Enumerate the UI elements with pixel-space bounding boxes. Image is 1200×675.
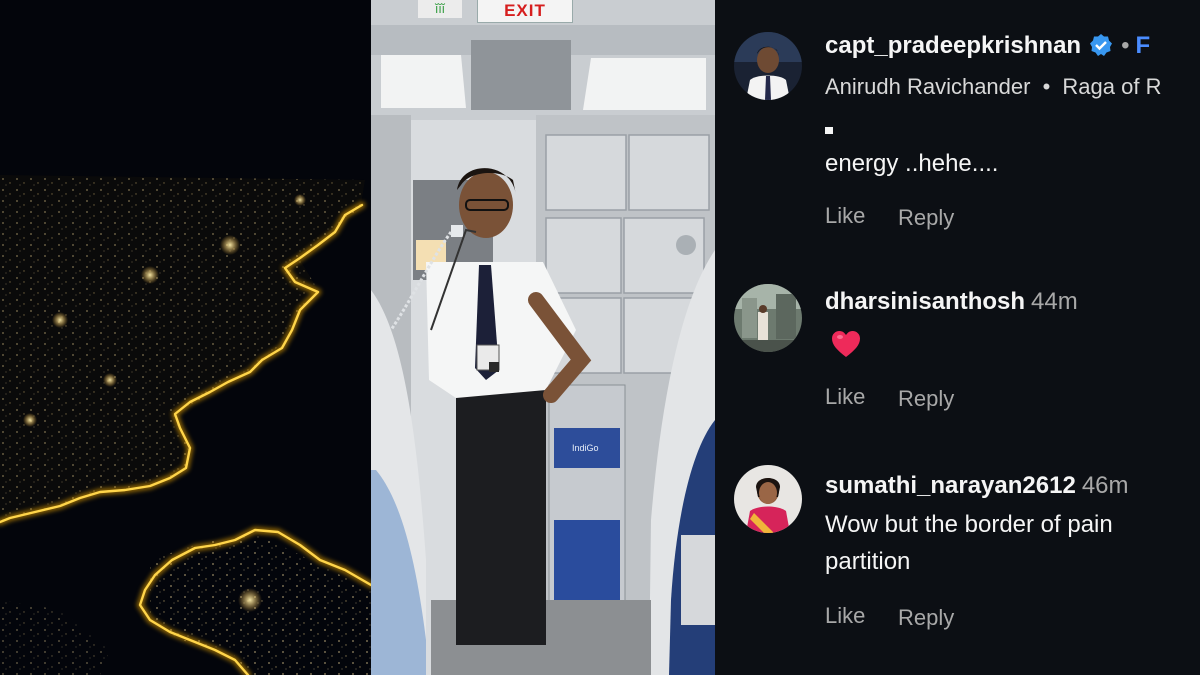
author-username[interactable]: capt_pradeepkrishnan [825,32,1081,59]
cart-brand-label: IndiGo [572,443,599,453]
commenter-username[interactable]: dharsinisanthosh [825,288,1025,315]
comment-text-line-2: partition [825,548,911,575]
commenter-username-row: dharsinisanthosh 44m [825,288,1078,316]
commenter-username-row: sumathi_narayan2612 46m [825,472,1129,500]
commenter-avatar-image [734,465,802,533]
cabin-scene-graphic [371,0,715,675]
heart-emoji-icon [832,331,860,357]
comment-text-line-1: Wow but the border of pain [825,511,1113,538]
reply-button[interactable]: Reply [898,386,954,412]
comment-text: energy ..hehe.... [825,150,999,177]
emergency-light-sign: ĭĭĭ [418,0,462,18]
cabin-announcement-photo: ĭĭĭ EXIT IndiGo [371,0,715,675]
music-attribution[interactable]: Anirudh Ravichander • Raga of R [825,74,1161,100]
music-title: Raga of R [1062,74,1162,99]
music-separator-dot: • [1042,74,1051,99]
commenter-avatar-image [734,284,802,352]
reply-button[interactable]: Reply [898,605,954,631]
commenter-avatar[interactable] [734,465,802,533]
commenter-username[interactable]: sumathi_narayan2612 [825,472,1076,499]
music-artist: Anirudh Ravichander [825,74,1031,99]
verified-badge-icon [1090,34,1113,56]
exit-sign: EXIT [477,0,573,23]
separator-dot: • [1121,32,1130,59]
like-button[interactable]: Like [825,384,865,410]
clipped-previous-line [825,124,1025,134]
like-button[interactable]: Like [825,603,865,629]
comment-timestamp: 44m [1031,288,1078,315]
night-satellite-photo [0,0,371,675]
reply-button[interactable]: Reply [898,205,954,231]
commenter-avatar[interactable] [734,284,802,352]
comments-panel[interactable]: capt_pradeepkrishnan • F Anirudh Ravichand… [715,0,1200,675]
comment-timestamp: 46m [1081,472,1129,499]
author-avatar-image [734,32,802,100]
follow-button[interactable]: F [1136,32,1151,59]
night-coastline-graphic [0,0,371,675]
author-username-row: capt_pradeepkrishnan • F [825,32,1150,60]
author-avatar[interactable] [734,32,802,100]
like-button[interactable]: Like [825,203,865,229]
